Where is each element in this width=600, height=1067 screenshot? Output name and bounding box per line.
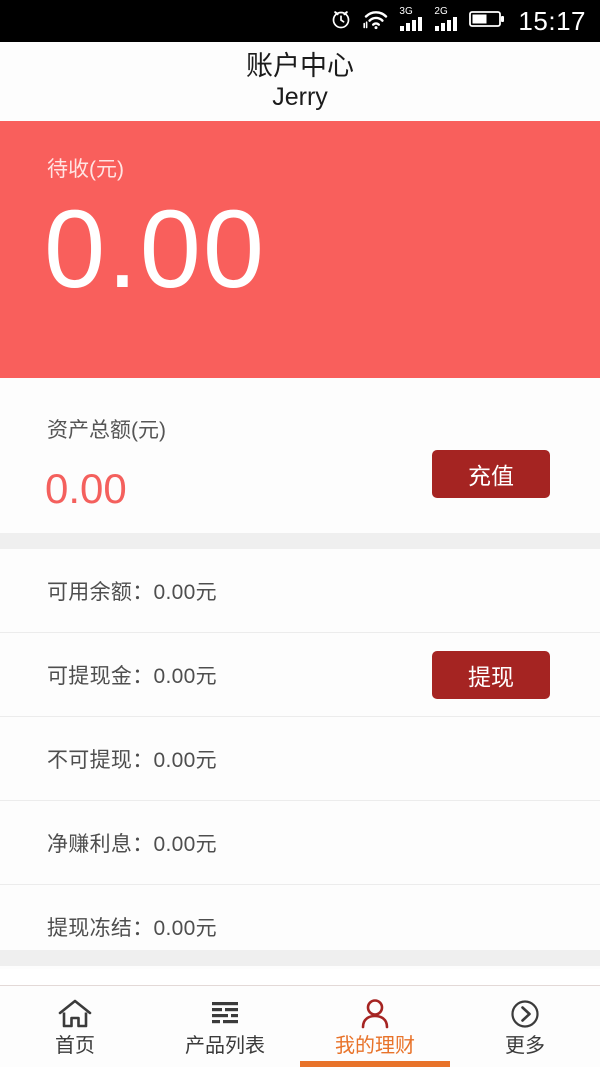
list-item-label: 可提现金：0.00元 — [47, 664, 217, 688]
tab-more-label: 更多 — [505, 1035, 545, 1057]
list-item[interactable]: 净赚利息：0.00元 — [0, 801, 600, 885]
battery-icon — [469, 8, 505, 35]
active-tab-indicator — [300, 1061, 450, 1067]
tab-product-list[interactable]: 产品列表 — [150, 986, 300, 1067]
total-assets-amount: 0.00 — [45, 465, 127, 512]
person-icon — [358, 997, 392, 1031]
status-bar: 3G 2G 15:17 — [0, 0, 600, 42]
withdraw-button[interactable]: 提现 — [432, 651, 550, 699]
pending-income-banner: 待收(元) 0.00 — [0, 121, 600, 378]
tab-product-list-label: 产品列表 — [185, 1035, 265, 1057]
list-item-label: 可用余额：0.00元 — [47, 580, 217, 604]
section-divider-band — [0, 533, 600, 549]
total-assets-label: 资产总额(元) — [47, 419, 166, 442]
balance-detail-list: 可用余额：0.00元 可提现金：0.00元 提现 不可提现：0.00元 净赚利息… — [0, 549, 600, 969]
signal-3g-icon: 3G — [399, 6, 425, 33]
list-item[interactable]: 可用余额：0.00元 — [0, 549, 600, 633]
alarm-icon — [329, 7, 353, 36]
tab-home-label: 首页 — [55, 1035, 95, 1057]
list-item-label: 提现冻结：0.00元 — [47, 917, 217, 940]
status-bar-clock: 15:17 — [518, 6, 586, 36]
account-username: Jerry — [272, 83, 328, 112]
tab-my-finance[interactable]: 我的理财 — [300, 986, 450, 1067]
bottom-navigation: 首页 产品列表 我的理财 更多 — [0, 985, 600, 1067]
list-item[interactable]: 可提现金：0.00元 提现 — [0, 633, 600, 717]
page-header: 账户中心 Jerry — [0, 42, 600, 121]
signal-3g-label: 3G — [399, 6, 413, 17]
signal-2g-icon: 2G — [434, 6, 460, 33]
account-center-screen: 3G 2G 15:17 账户中心 Jerry 待收(元) 0.00 资产总额(元… — [0, 0, 600, 1067]
list-item-label: 净赚利息：0.00元 — [47, 832, 217, 856]
bottom-divider-band — [0, 950, 600, 966]
wifi-icon — [362, 7, 390, 36]
tab-more[interactable]: 更多 — [450, 986, 600, 1067]
list-icon — [208, 997, 242, 1031]
home-icon — [57, 997, 93, 1031]
pending-income-amount: 0.00 — [44, 188, 267, 311]
list-item-label: 不可提现：0.00元 — [47, 748, 217, 772]
pending-income-label: 待收(元) — [47, 158, 124, 181]
tab-home[interactable]: 首页 — [0, 986, 150, 1067]
list-item[interactable]: 不可提现：0.00元 — [0, 717, 600, 801]
recharge-button[interactable]: 充值 — [432, 450, 550, 498]
page-title: 账户中心 — [246, 51, 354, 82]
chevron-right-circle-icon — [508, 997, 542, 1031]
signal-2g-label: 2G — [434, 6, 448, 17]
tab-my-finance-label: 我的理财 — [335, 1035, 415, 1057]
